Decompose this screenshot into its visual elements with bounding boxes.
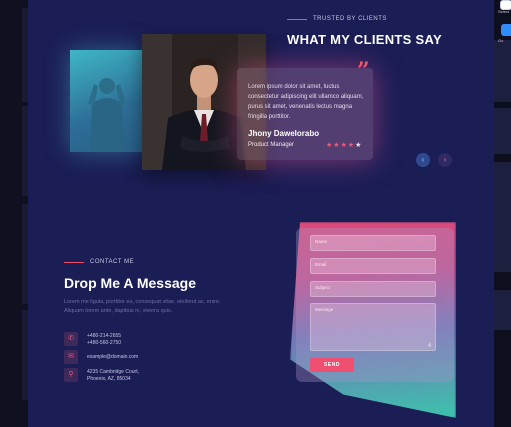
- phone-line[interactable]: +480-560-2750: [87, 340, 121, 347]
- next-testimonial-button[interactable]: ›: [438, 153, 452, 167]
- location-pin-icon: ⚲: [64, 368, 78, 382]
- left-background-strip: [0, 0, 28, 427]
- send-button[interactable]: SEND: [310, 358, 354, 372]
- contact-address: ⚲ 4235 Cambridge Court, Phoenix, AZ, 850…: [64, 368, 139, 383]
- name-field[interactable]: Name: [310, 235, 436, 251]
- right-side-panel: [494, 0, 511, 427]
- testimonials-heading: WHAT MY CLIENTS SAY: [287, 32, 442, 47]
- subject-field[interactable]: Subject: [310, 281, 436, 297]
- star-icon: ★: [355, 142, 363, 149]
- accent-line: [287, 18, 307, 20]
- testimonials-eyebrow: TRUSTED BY CLIENTS: [287, 16, 387, 22]
- contact-heading: Drop Me A Message: [64, 275, 196, 291]
- contact-eyebrow-text: CONTACT ME: [90, 259, 135, 265]
- previous-client-photo: [70, 50, 144, 152]
- accent-line: [64, 261, 84, 263]
- star-icon: ★: [333, 142, 341, 149]
- star-rating: ★★★★★: [326, 141, 362, 149]
- address-line: Phoenix, AZ, 85034: [87, 376, 131, 382]
- testimonials-eyebrow-text: TRUSTED BY CLIENTS: [313, 16, 387, 22]
- testimonial-text: Lorem ipsum dolor sit amet, luctus conse…: [248, 84, 364, 120]
- quote-icon: ”: [357, 58, 370, 84]
- background-block: [494, 290, 511, 330]
- page-canvas: TRUSTED BY CLIENTS WHAT MY CLIENTS SAY ”…: [28, 0, 494, 427]
- contact-description: Lorem me ligula, porttitor eu, consequat…: [64, 299, 221, 314]
- resize-handle-icon[interactable]: ∡: [428, 342, 432, 348]
- address-line: 4235 Cambridge Court,: [87, 369, 139, 375]
- side-go-label: Go: [498, 38, 504, 43]
- client-role: Product Manager: [248, 142, 295, 148]
- message-field[interactable]: Message ∡: [310, 303, 436, 351]
- side-tool-label: Select: [498, 9, 510, 14]
- background-block: [494, 162, 511, 272]
- previous-testimonial-button[interactable]: ‹: [416, 153, 430, 167]
- background-block: [494, 108, 511, 154]
- background-block: [494, 40, 511, 102]
- envelope-icon: ✉: [64, 350, 78, 364]
- message-placeholder: Message: [315, 307, 334, 312]
- contact-phone: ✆ +480-214-2655 +480-560-2750: [64, 332, 121, 347]
- contact-eyebrow: CONTACT ME: [64, 259, 134, 265]
- email-field[interactable]: Email: [310, 258, 436, 274]
- star-icon: ★: [340, 142, 348, 149]
- person-silhouette-icon: [88, 78, 126, 152]
- client-name: Jhony Dawelorabo: [248, 129, 320, 138]
- email-link[interactable]: example@domain.com: [87, 354, 138, 361]
- side-go-button[interactable]: [501, 24, 511, 36]
- contact-email: ✉ example@domain.com: [64, 350, 138, 364]
- phone-icon: ✆: [64, 332, 78, 346]
- phone-line[interactable]: +480-214-2655: [87, 333, 121, 340]
